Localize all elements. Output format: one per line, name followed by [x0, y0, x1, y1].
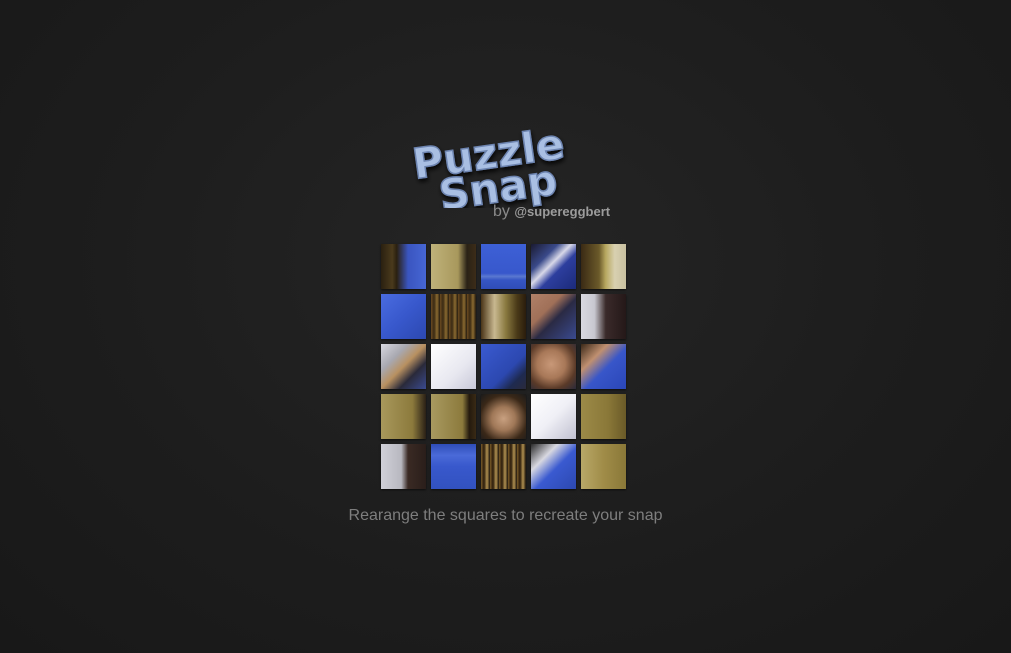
puzzle-tile[interactable] [481, 344, 526, 389]
puzzle-tile[interactable] [531, 394, 576, 439]
puzzle-tile[interactable] [381, 294, 426, 339]
puzzle-tile[interactable] [481, 294, 526, 339]
puzzle-tile[interactable] [531, 344, 576, 389]
puzzle-tile[interactable] [581, 344, 626, 389]
tile-image-fragment [431, 294, 476, 339]
tile-image-fragment [431, 344, 476, 389]
puzzle-tile[interactable] [531, 244, 576, 289]
author-handle[interactable]: @supereggbert [514, 204, 610, 219]
tile-image-fragment [481, 394, 526, 439]
puzzle-tile[interactable] [581, 294, 626, 339]
puzzle-tile[interactable] [431, 394, 476, 439]
instruction-text: Rearange the squares to recreate your sn… [348, 507, 663, 524]
puzzle-tile[interactable] [381, 394, 426, 439]
tile-image-fragment [531, 394, 576, 439]
puzzle-board [381, 244, 626, 489]
tile-image-fragment [531, 444, 576, 489]
puzzle-tile[interactable] [581, 244, 626, 289]
by-label: by [493, 203, 510, 220]
puzzle-tile[interactable] [381, 244, 426, 289]
puzzle-tile[interactable] [431, 444, 476, 489]
tile-image-fragment [531, 244, 576, 289]
puzzle-tile[interactable] [531, 444, 576, 489]
tile-image-fragment [481, 294, 526, 339]
puzzle-tile[interactable] [381, 344, 426, 389]
tile-image-fragment [381, 444, 426, 489]
tile-image-fragment [531, 294, 576, 339]
tile-image-fragment [581, 244, 626, 289]
tile-image-fragment [431, 444, 476, 489]
puzzle-tile[interactable] [431, 344, 476, 389]
tile-image-fragment [381, 244, 426, 289]
puzzle-tile[interactable] [481, 444, 526, 489]
tile-image-fragment [381, 294, 426, 339]
author-byline: by @supereggbert [493, 203, 610, 221]
puzzle-tile[interactable] [581, 444, 626, 489]
puzzle-tile[interactable] [581, 394, 626, 439]
tile-image-fragment [481, 344, 526, 389]
puzzle-tile[interactable] [431, 294, 476, 339]
tile-image-fragment [381, 344, 426, 389]
tile-image-fragment [581, 444, 626, 489]
tile-image-fragment [581, 294, 626, 339]
puzzle-tile[interactable] [381, 444, 426, 489]
puzzle-tile[interactable] [431, 244, 476, 289]
tile-image-fragment [481, 444, 526, 489]
tile-image-fragment [581, 344, 626, 389]
tile-image-fragment [431, 394, 476, 439]
tile-image-fragment [481, 244, 526, 289]
tile-image-fragment [381, 394, 426, 439]
puzzle-tile[interactable] [481, 244, 526, 289]
tile-image-fragment [431, 244, 476, 289]
puzzle-tile[interactable] [481, 394, 526, 439]
tile-image-fragment [531, 344, 576, 389]
puzzle-tile[interactable] [531, 294, 576, 339]
puzzle-snap-logo: Puzzle Snap [408, 112, 598, 208]
tile-image-fragment [581, 394, 626, 439]
